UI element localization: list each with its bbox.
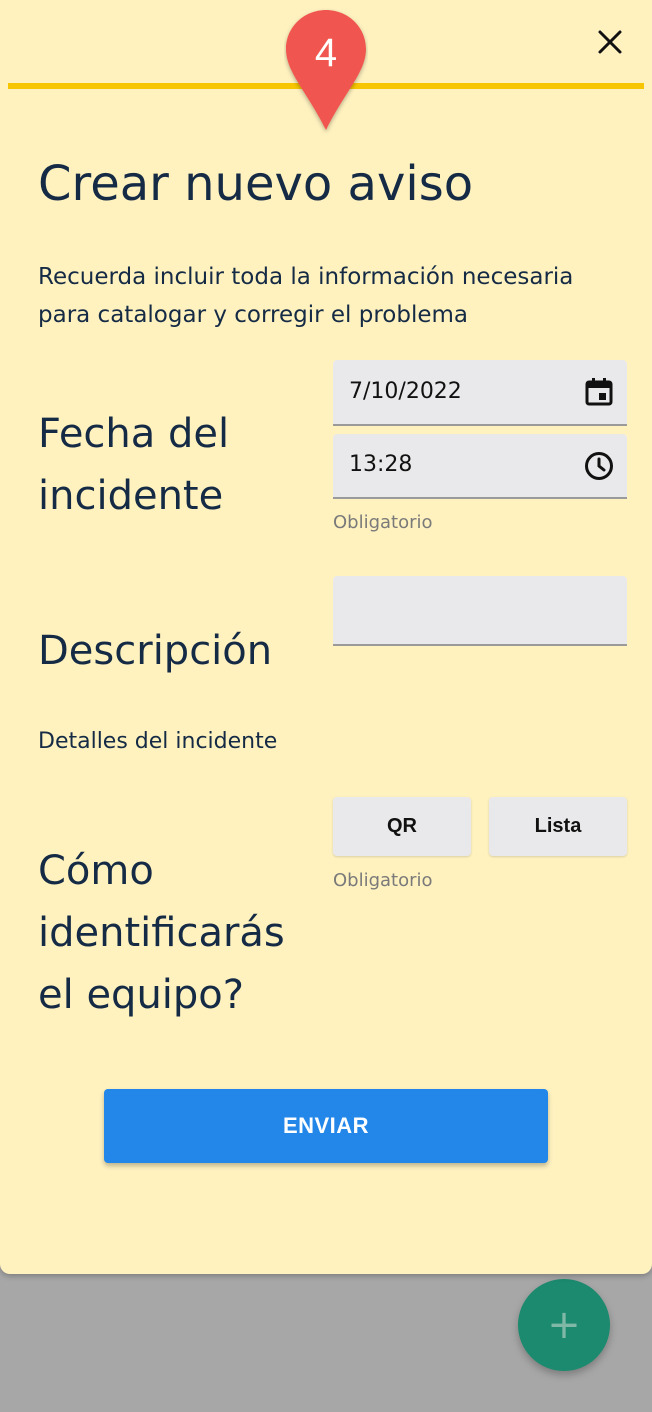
step-marker: 4 (284, 6, 368, 134)
add-fab-button[interactable]: + (518, 1279, 610, 1371)
date-required-helper: Obligatorio (333, 512, 433, 533)
clock-icon[interactable] (583, 450, 615, 482)
submit-button[interactable]: ENVIAR (104, 1089, 548, 1163)
close-button[interactable] (590, 22, 630, 62)
new-notice-dialog: 4 Crear nuevo aviso Recuerda incluir tod… (0, 0, 652, 1274)
incident-details-label: Detalles del incidente (38, 729, 278, 754)
date-value: 7/10/2022 (349, 379, 462, 404)
description-label: Descripción (38, 628, 273, 674)
dialog-title: Crear nuevo aviso (38, 156, 474, 212)
time-value: 13:28 (349, 452, 413, 477)
step-number: 4 (314, 31, 338, 75)
plus-icon: + (547, 1302, 581, 1348)
description-input[interactable] (333, 576, 627, 646)
identify-equipment-label: Cómo identificarás el equipo? (38, 840, 310, 1026)
qr-option-button[interactable]: QR (333, 797, 471, 856)
calendar-icon[interactable] (583, 376, 615, 408)
close-icon (598, 30, 622, 54)
date-field[interactable]: 7/10/2022 (333, 360, 627, 426)
incident-date-label: Fecha del incidente (38, 411, 230, 519)
identify-equipment-text: Cómo identificarás el equipo? (38, 848, 285, 1018)
list-option-button[interactable]: Lista (489, 797, 627, 856)
identify-required-helper: Obligatorio (333, 870, 433, 891)
dialog-subtitle: Recuerda incluir toda la información nec… (38, 264, 574, 328)
time-field[interactable]: 13:28 (333, 434, 627, 499)
